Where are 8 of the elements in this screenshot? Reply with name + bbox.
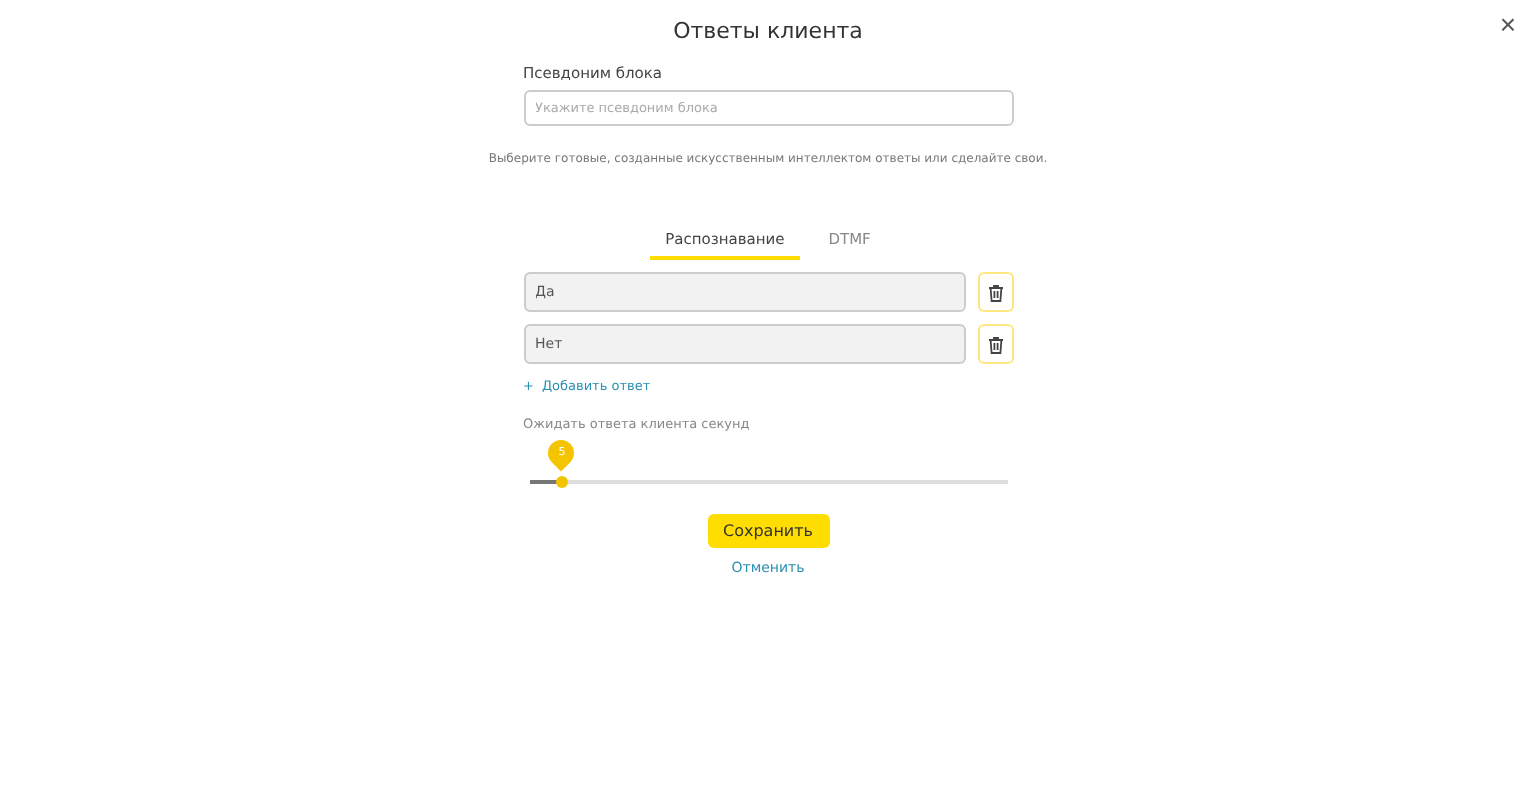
dialog-title: Ответы клиента bbox=[673, 18, 863, 44]
trash-icon bbox=[987, 283, 1003, 301]
slider-thumb[interactable] bbox=[555, 476, 567, 488]
close-button[interactable]: × bbox=[1495, 8, 1520, 40]
delete-button[interactable] bbox=[977, 324, 1013, 364]
save-button[interactable]: Сохранить bbox=[707, 514, 829, 548]
delete-button[interactable] bbox=[977, 272, 1013, 312]
trash-icon bbox=[987, 335, 1003, 353]
